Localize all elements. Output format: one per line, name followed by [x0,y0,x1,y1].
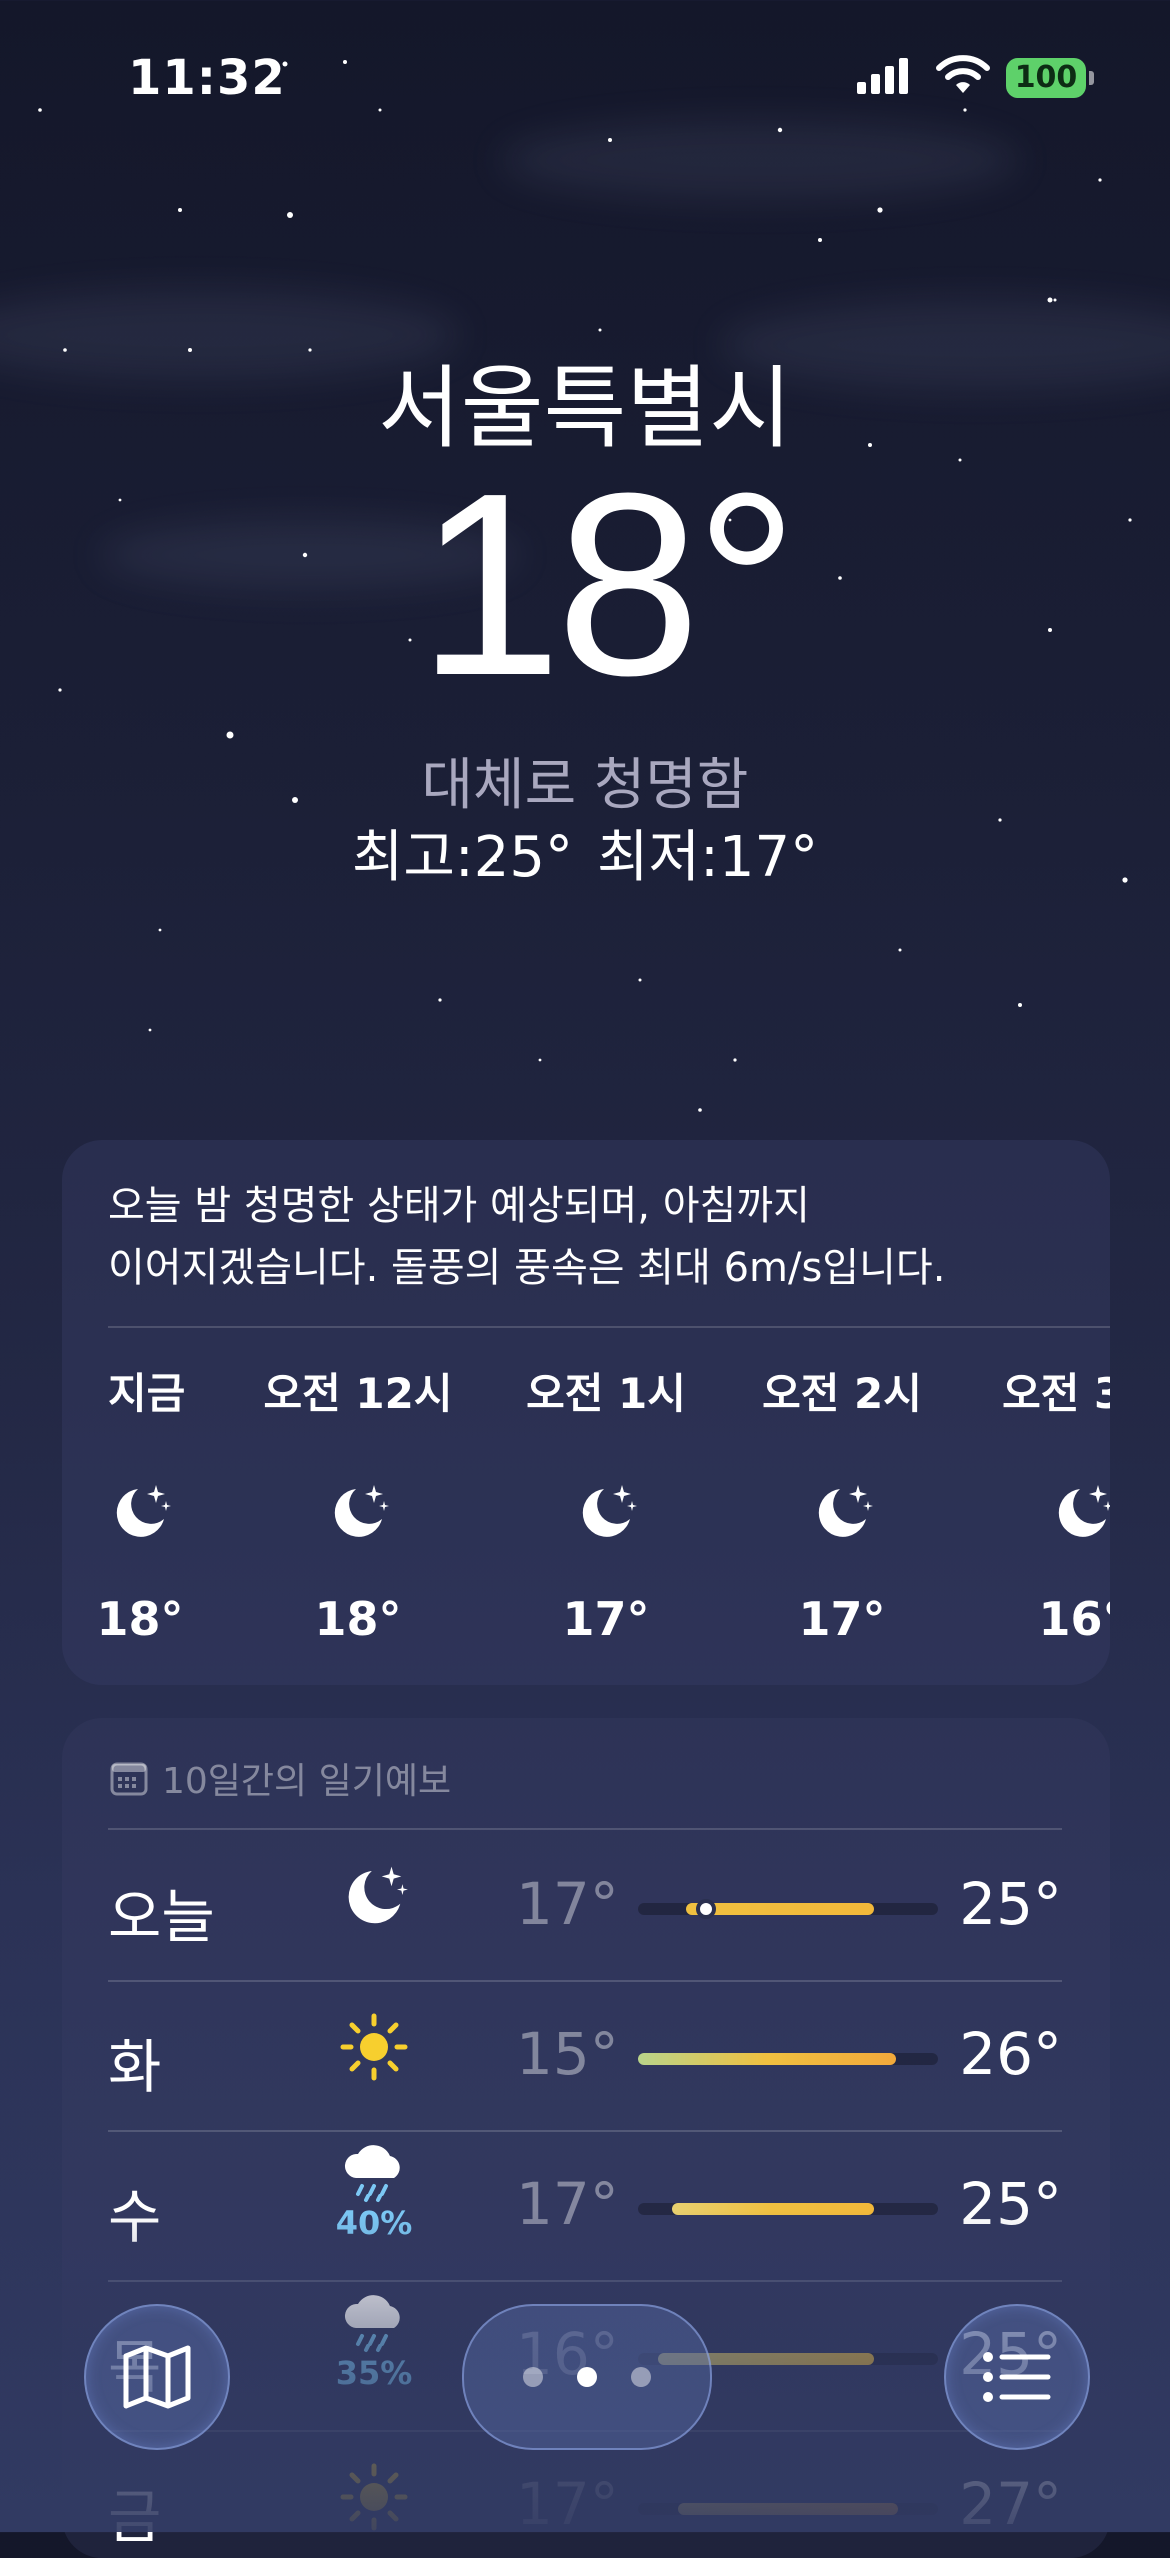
page-indicator[interactable] [462,2304,712,2450]
temperature-range-bar [638,2053,938,2065]
day-label: 금 [108,2483,162,2551]
moon-stars-icon [506,1456,706,1566]
high-low-temperature: 최고:25° 최저:17° [0,812,1170,893]
day-low: 15° [516,2020,619,2088]
moon-stars-icon [324,1860,424,1934]
sun-icon [324,2462,424,2536]
low-temperature: 최저:17° [597,825,819,890]
temperature-range-bar [638,2503,938,2515]
map-icon [123,2345,191,2409]
day-label: 화 [108,2033,162,2101]
ten-day-header: 10일간의 일기예보 [110,1748,451,1808]
summary-line: 이어지겠습니다. 돌풍의 풍속은 최대 6m/s입니다. [108,1245,946,1291]
day-label: 오늘 [108,1883,215,1951]
hour-temp: 17° [562,1592,650,1646]
hour-temp: 16° [1038,1592,1110,1646]
status-bar: 11:32 100 [0,0,1170,150]
status-time: 11:32 [128,50,286,106]
forecast-summary: 오늘 밤 청명한 상태가 예상되며, 아침까지 이어지겠습니다. 돌풍의 풍속은… [108,1175,1068,1299]
cloud-rain-icon: 40% [324,2142,424,2242]
divider [108,1326,1110,1328]
hour-item: 오전 1시 17° [506,1360,706,1646]
day-row[interactable]: 오늘 17° 25° [62,1830,1110,1980]
summary-line: 오늘 밤 청명한 상태가 예상되며, 아침까지 [108,1183,810,1229]
sun-icon [324,2012,424,2086]
list-icon [983,2352,1051,2402]
moon-stars-icon [982,1456,1110,1566]
temperature-range-bar [638,2203,938,2215]
high-temperature: 최고:25° [351,825,573,890]
page-dot-active[interactable] [577,2367,597,2387]
current-temp-marker [696,1899,716,1919]
hour-item: 오전 3시 16° [982,1360,1110,1646]
day-low: 17° [516,2170,619,2238]
day-high: 27° [959,2470,1062,2538]
range-fill [678,2503,898,2515]
hourly-forecast-card[interactable]: 오늘 밤 청명한 상태가 예상되며, 아침까지 이어지겠습니다. 돌풍의 풍속은… [62,1140,1110,1685]
moon-stars-icon [62,1456,240,1566]
ten-day-title: 10일간의 일기예보 [162,1761,452,1802]
wifi-icon [936,55,990,93]
day-high: 25° [959,2170,1062,2238]
day-low: 17° [516,2470,619,2538]
map-button[interactable] [84,2304,230,2450]
hour-item: 오전 12시 18° [258,1360,458,1646]
page-dot[interactable] [631,2367,651,2387]
hour-temp: 18° [314,1592,402,1646]
cloud-rain-icon: 35% [324,2292,424,2392]
moon-stars-icon [258,1456,458,1566]
hour-temp: 17° [798,1592,886,1646]
battery-indicator: 100 [1006,58,1094,98]
day-low: 17° [516,1870,619,1938]
cellular-signal-icon [857,58,908,94]
day-high: 26° [959,2020,1062,2088]
page-dot[interactable] [523,2367,543,2387]
weather-condition: 대체로 청명함 [421,753,749,818]
day-row[interactable]: 화 15° 26° [62,1980,1110,2130]
hour-item: 오전 2시 17° [742,1360,942,1646]
moon-stars-icon [742,1456,942,1566]
range-fill [672,2203,874,2215]
day-label: 수 [108,2183,162,2251]
hour-temp: 18° [96,1592,184,1646]
hour-label: 오전 3시 [1002,1369,1110,1418]
hour-label: 오전 2시 [762,1369,922,1418]
calendar-icon [110,1762,148,1796]
hour-label: 오전 1시 [526,1369,686,1418]
current-temperature: 18° [417,440,798,730]
location-list-button[interactable] [944,2304,1090,2450]
day-high: 25° [959,1870,1062,1938]
hour-item: . 18° [62,1360,240,1646]
precipitation-chance: 35% [335,2354,413,2392]
precipitation-chance: 40% [335,2204,413,2242]
hour-label: 오전 12시 [263,1369,453,1418]
range-fill [638,2053,896,2065]
day-row[interactable]: 수 40% 17° 25° [62,2130,1110,2280]
temperature-range-bar [638,1899,938,1919]
